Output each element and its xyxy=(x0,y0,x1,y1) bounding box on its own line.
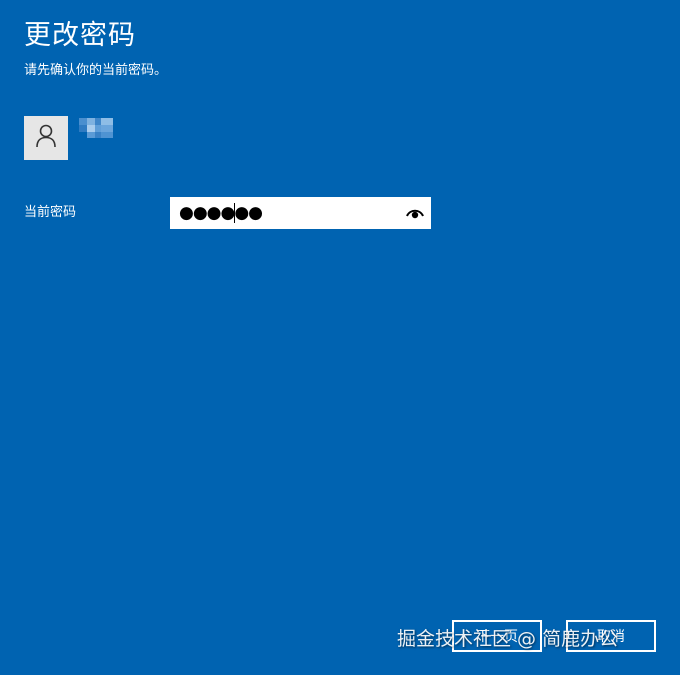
dialog-title: 更改密码 xyxy=(24,20,136,51)
eye-icon[interactable] xyxy=(405,203,425,223)
current-password-field[interactable]: ●●●●●● xyxy=(170,197,431,229)
watermark-text: 掘金技术社区 @ 简鹿办公 xyxy=(397,628,619,650)
dialog-subtitle: 请先确认你的当前密码。 xyxy=(24,63,168,78)
user-avatar xyxy=(24,116,68,160)
current-password-label: 当前密码 xyxy=(24,205,77,220)
text-caret xyxy=(234,203,235,223)
user-avatar-icon xyxy=(35,124,57,152)
change-password-dialog: 更改密码 请先确认你的当前密码。 当前密码 ●●●●●● 下一页 取消 掘金技术… xyxy=(0,0,680,675)
username-redacted xyxy=(79,118,113,138)
current-password-value[interactable]: ●●●●●● xyxy=(179,202,263,224)
